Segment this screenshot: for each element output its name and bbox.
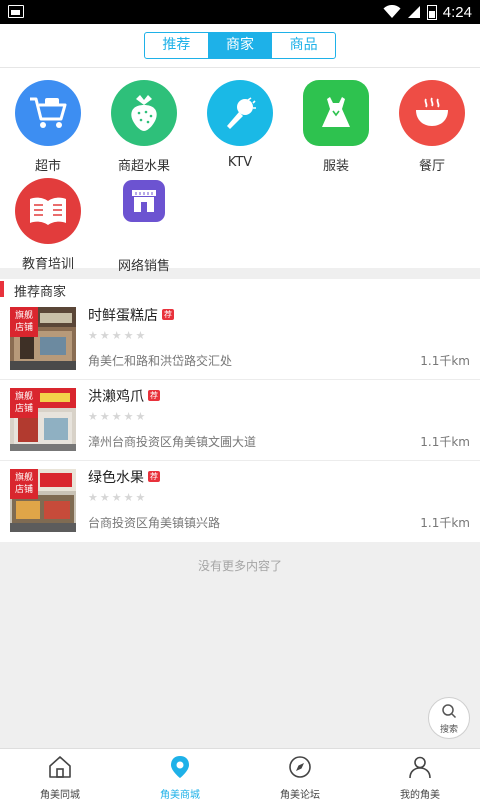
microphone-icon xyxy=(207,80,273,146)
merchant-name-text: 绿色水果 xyxy=(88,470,144,486)
no-more-content: 没有更多内容了 xyxy=(197,559,282,573)
category-label: KTV xyxy=(227,155,253,170)
section-title: 推荐商家 xyxy=(14,285,67,300)
tab-city[interactable]: 角美同城 xyxy=(0,749,120,800)
category-grid: 超市 商超水果 KTV 服装 餐厅 教育培训 网络销售 xyxy=(0,68,480,274)
merchant-thumbnail: 旗舰店铺 xyxy=(10,388,76,451)
category-label: 服装 xyxy=(322,159,349,174)
merchant-distance: 1.1千km xyxy=(420,354,470,368)
merchant-address: 台商投资区角美镇镇兴路 xyxy=(88,516,221,530)
merchant-distance: 1.1千km xyxy=(420,435,470,449)
map-pin-icon xyxy=(171,756,189,778)
home-icon xyxy=(49,756,71,778)
search-label: 搜索 xyxy=(439,725,458,735)
segment-merchants[interactable]: 商家 xyxy=(208,33,273,58)
tab-profile[interactable]: 我的角美 xyxy=(360,749,480,800)
category-label: 教育培训 xyxy=(21,257,74,272)
recommend-badge: 荐 xyxy=(162,309,174,320)
flagship-ribbon: 旗舰店铺 xyxy=(10,388,38,418)
category-label: 超市 xyxy=(34,159,61,174)
merchant-name: 绿色水果荐 xyxy=(88,467,160,487)
category-restaurant[interactable]: 餐厅 xyxy=(384,80,480,174)
book-icon xyxy=(15,178,81,244)
merchant-name-text: 洪濑鸡爪 xyxy=(88,389,144,405)
category-ktv[interactable]: KTV xyxy=(192,80,288,170)
recommend-badge: 荐 xyxy=(148,471,160,482)
section-header: 推荐商家 xyxy=(0,279,480,300)
flagship-ribbon: 旗舰店铺 xyxy=(10,469,38,499)
category-fruit[interactable]: 商超水果 xyxy=(96,80,192,174)
category-online-sales[interactable]: 网络销售 xyxy=(96,178,192,274)
merchant-item[interactable]: 旗舰店铺 绿色水果荐 ★★★★★ 台商投资区角美镇镇兴路 1.1千km xyxy=(0,461,480,542)
tab-forum[interactable]: 角美论坛 xyxy=(240,749,360,800)
top-bar: 推荐 商家 商品 xyxy=(0,24,480,68)
segment-control: 推荐 商家 商品 xyxy=(144,32,336,59)
category-label: 网络销售 xyxy=(117,259,170,274)
signal-icon xyxy=(407,6,420,18)
recommend-badge: 荐 xyxy=(148,390,160,401)
flagship-ribbon: 旗舰店铺 xyxy=(10,307,38,337)
category-supermarket[interactable]: 超市 xyxy=(0,80,96,174)
wifi-icon xyxy=(383,5,401,18)
status-time: 4:24 xyxy=(442,3,472,21)
strawberry-icon xyxy=(111,80,177,146)
merchant-thumbnail: 旗舰店铺 xyxy=(10,469,76,532)
tab-label: 角美论坛 xyxy=(280,790,320,800)
rating-stars: ★★★★★ xyxy=(88,329,148,342)
category-label: 餐厅 xyxy=(418,159,445,174)
tab-mall[interactable]: 角美商城 xyxy=(120,749,240,800)
tab-label: 角美商城 xyxy=(160,790,200,800)
bowl-icon xyxy=(399,80,465,146)
rating-stars: ★★★★★ xyxy=(88,491,148,504)
search-icon xyxy=(442,704,457,719)
bottom-tab-bar: 角美同城 角美商城 角美论坛 我的角美 xyxy=(0,748,480,800)
merchant-distance: 1.1千km xyxy=(420,516,470,530)
status-bar: 4:24 xyxy=(0,0,480,24)
category-clothing[interactable]: 服装 xyxy=(288,80,384,174)
rating-stars: ★★★★★ xyxy=(88,410,148,423)
merchant-item[interactable]: 旗舰店铺 洪濑鸡爪荐 ★★★★★ 漳州台商投资区角美镇文圃大道 1.1千km xyxy=(0,380,480,461)
segment-products[interactable]: 商品 xyxy=(272,33,335,58)
merchant-item[interactable]: 旗舰店铺 时鲜蛋糕店荐 ★★★★★ 角美仁和路和洪岱路交汇处 1.1千km xyxy=(0,299,480,380)
section-accent-bar xyxy=(0,281,4,297)
tab-label: 我的角美 xyxy=(400,790,440,800)
search-button[interactable]: 搜索 xyxy=(428,697,470,739)
storefront-icon xyxy=(123,180,165,222)
user-icon xyxy=(409,756,431,779)
shopping-cart-icon xyxy=(15,80,81,146)
merchant-name-text: 时鲜蛋糕店 xyxy=(88,308,158,324)
battery-icon xyxy=(426,4,437,20)
merchant-address: 角美仁和路和洪岱路交汇处 xyxy=(88,354,233,368)
tab-label: 角美同城 xyxy=(40,790,80,800)
category-label: 商超水果 xyxy=(117,159,170,174)
merchant-list: 旗舰店铺 时鲜蛋糕店荐 ★★★★★ 角美仁和路和洪岱路交汇处 1.1千km 旗舰… xyxy=(0,299,480,542)
compass-icon xyxy=(289,756,311,778)
merchant-address: 漳州台商投资区角美镇文圃大道 xyxy=(88,435,257,449)
merchant-name: 洪濑鸡爪荐 xyxy=(88,386,160,406)
segment-recommend[interactable]: 推荐 xyxy=(145,33,209,58)
notification-image-icon xyxy=(8,5,24,18)
merchant-thumbnail: 旗舰店铺 xyxy=(10,307,76,370)
category-education[interactable]: 教育培训 xyxy=(0,178,96,272)
merchant-name: 时鲜蛋糕店荐 xyxy=(88,305,174,325)
dress-icon xyxy=(303,80,369,146)
